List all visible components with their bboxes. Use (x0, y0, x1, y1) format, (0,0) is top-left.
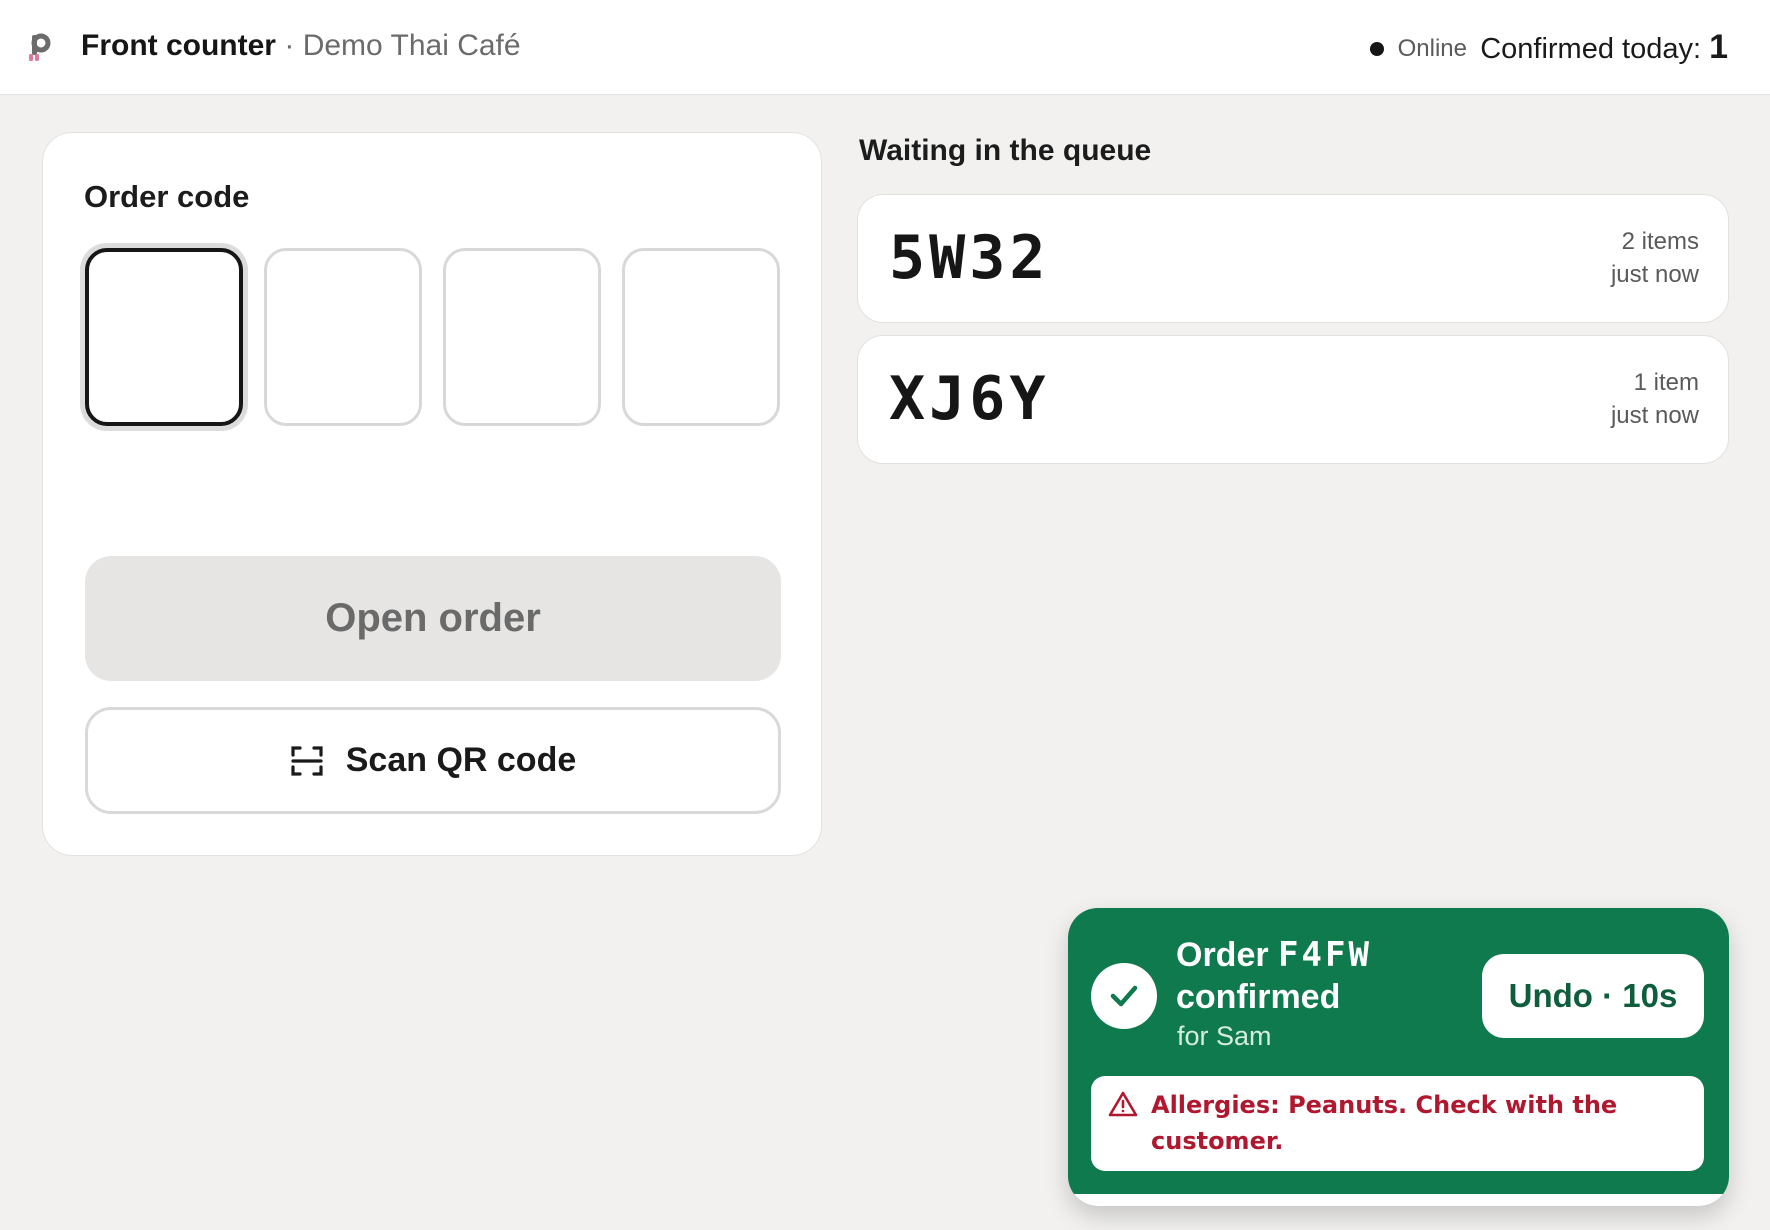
scan-qr-button[interactable]: Scan QR code (85, 707, 781, 814)
order-confirmed-toast: Order F4FW confirmed for Sam Undo · 10s … (1068, 908, 1729, 1206)
confirmed-label: Confirmed today: (1480, 33, 1702, 65)
check-icon (1091, 963, 1157, 1029)
queue-order-code: 5W32 (889, 223, 1050, 293)
location-name: Demo Thai Café (302, 29, 521, 62)
queue-item-count: 1 item (1633, 369, 1699, 396)
code-input-1[interactable] (85, 248, 243, 426)
undo-button[interactable]: Undo · 10s (1482, 954, 1704, 1038)
connection-status: Online (1369, 35, 1467, 63)
queue-item-count: 2 items (1621, 228, 1699, 255)
toast-customer: for Sam (1177, 1021, 1272, 1051)
code-input-4[interactable] (622, 248, 780, 426)
toast-title-suffix: confirmed (1176, 978, 1341, 1016)
allergy-warning: Allergies: Peanuts. Check with the custo… (1091, 1076, 1704, 1171)
app-title: Front counter (81, 29, 276, 62)
allergy-text: Allergies: Peanuts. Check with the custo… (1151, 1091, 1618, 1155)
scan-qr-label: Scan QR code (345, 741, 577, 779)
queue-order-code: XJ6Y (889, 364, 1050, 434)
open-order-button[interactable]: Open order (85, 556, 781, 681)
queue-item-meta: 2 items just now (1611, 225, 1699, 291)
status-dot-icon (1369, 42, 1384, 56)
title-separator: · (284, 29, 295, 62)
page-title: Front counter · Demo Thai Café (81, 29, 521, 63)
queue-item[interactable]: XJ6Y 1 item just now (857, 335, 1729, 464)
code-input-2[interactable] (264, 248, 422, 426)
queue-item-meta: 1 item just now (1611, 366, 1699, 432)
warning-icon (1108, 1090, 1138, 1123)
qr-scan-icon (291, 745, 323, 776)
code-input-3[interactable] (443, 248, 601, 426)
toast-order-code: F4FW (1278, 935, 1372, 975)
toast-title: Order F4FW confirmed (1176, 934, 1506, 1018)
queue-item-time: just now (1610, 402, 1699, 429)
toast-title-prefix: Order (1176, 936, 1269, 974)
toast-timer-bar (1068, 1194, 1729, 1206)
queue-item-time: just now (1610, 261, 1699, 288)
queue-heading: Waiting in the queue (859, 134, 1152, 167)
confirmed-today: Confirmed today: 1 (1480, 28, 1728, 67)
order-code-label: Order code (84, 179, 250, 214)
top-bar: Front counter · Demo Thai Café Online Co… (0, 0, 1770, 95)
app-logo-icon (27, 33, 55, 63)
order-code-panel: Order code Open order Scan QR code (42, 132, 822, 856)
queue-item[interactable]: 5W32 2 items just now (857, 194, 1729, 323)
status-label: Online (1397, 35, 1467, 62)
confirmed-count: 1 (1709, 28, 1728, 66)
